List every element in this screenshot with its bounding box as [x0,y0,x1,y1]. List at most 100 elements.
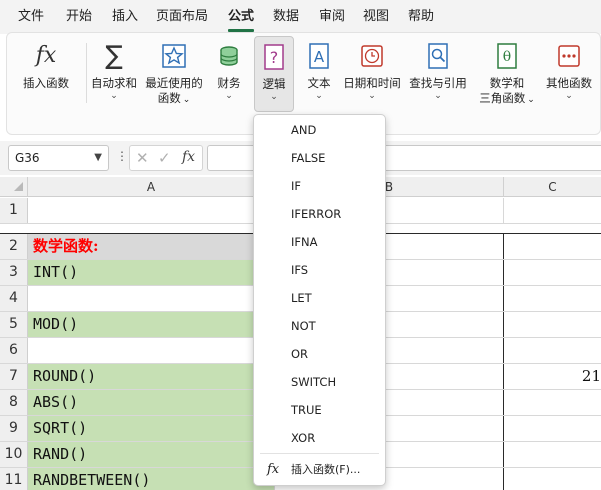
fx-icon: fx [35,43,57,68]
row-header[interactable]: 8 [0,390,28,415]
cell-c[interactable] [504,468,601,490]
cell-a[interactable]: SQRT() [28,416,275,441]
tab-review[interactable]: 审阅 [319,8,345,26]
cell-c[interactable] [504,260,601,285]
text-button[interactable]: A 文本 ⌄ [299,36,339,112]
cell-a[interactable]: RAND() [28,442,275,467]
text-label: 文本 [307,76,331,90]
chevron-down-icon: ⌄ [270,92,278,102]
menu-item-if[interactable]: IF [254,172,385,200]
chevron-down-icon: ⌄ [110,91,118,101]
cell-a-section-title[interactable]: 数学函数: [28,234,275,259]
chevron-down-icon: ▼ [94,152,102,163]
column-header-a[interactable]: A [28,177,275,197]
menu-item-false[interactable]: FALSE [254,144,385,172]
menu-item-not[interactable]: NOT [254,312,385,340]
menu-item-ifna[interactable]: IFNA [254,228,385,256]
autosum-label: 自动求和 [91,76,137,90]
chevron-down-icon: ⌄ [182,95,191,105]
insert-function-button[interactable]: fx 插入函数 [15,36,77,112]
name-box[interactable]: G36 ▼ [8,145,109,171]
chevron-down-icon: ⌄ [315,91,323,101]
menu-item-let[interactable]: LET [254,284,385,312]
menu-item-or[interactable]: OR [254,340,385,368]
cell-a[interactable]: ABS() [28,390,275,415]
lookup-reference-button[interactable]: 查找与引用 ⌄ [405,36,471,112]
tab-formulas[interactable]: 公式 [228,8,254,26]
menu-item-switch[interactable]: SWITCH [254,368,385,396]
datetime-label: 日期和时间 [343,76,401,90]
cell-c[interactable] [504,312,601,337]
row-header[interactable]: 9 [0,416,28,441]
row-header[interactable]: 11 [0,468,28,490]
recent-label-line2: 函数 [157,91,181,105]
recent-functions-button[interactable]: 最近使用的 函数 ⌄ [141,36,207,112]
tab-view[interactable]: 视图 [363,8,389,26]
cell-c[interactable] [504,234,601,259]
cell-c[interactable] [504,338,601,363]
cell-a[interactable]: ROUND() [28,364,275,389]
column-header-c[interactable]: C [504,177,601,197]
cell-c[interactable] [504,286,601,311]
tab-insert[interactable]: 插入 [112,8,138,26]
star-icon [160,42,188,70]
cell-a[interactable] [28,198,275,223]
row-header[interactable]: 5 [0,312,28,337]
menu-item-ifs[interactable]: IFS [254,256,385,284]
math-label-line1: 数学和 [489,76,525,90]
menu-tab-bar: 文件 开始 插入 页面布局 公式 数据 审阅 视图 帮助 [0,0,601,34]
row-header[interactable]: 7 [0,364,28,389]
cell-c[interactable] [504,442,601,467]
fx-icon: fx [267,462,280,477]
cell-a[interactable]: MOD() [28,312,275,337]
svg-text:A: A [314,48,325,66]
select-all-icon [14,182,23,191]
menu-item-iferror[interactable]: IFERROR [254,200,385,228]
datetime-button[interactable]: 日期和时间 ⌄ [341,36,403,112]
row-header[interactable]: 4 [0,286,28,311]
select-all-corner[interactable] [0,177,28,197]
cell-a[interactable]: INT() [28,260,275,285]
tab-help[interactable]: 帮助 [408,8,434,26]
enter-icon[interactable]: ✓ [158,149,171,167]
row-header[interactable]: 1 [0,198,28,223]
chevron-down-icon: ⌄ [225,91,233,101]
cell-c[interactable] [504,198,601,223]
logical-functions-dropdown: AND FALSE IF IFERROR IFNA IFS LET NOT OR… [253,114,386,486]
chevron-down-icon: ⌄ [527,95,535,105]
tab-file[interactable]: 文件 [18,8,44,26]
tab-data[interactable]: 数据 [273,8,299,26]
row-header[interactable]: 3 [0,260,28,285]
row-header[interactable]: 10 [0,442,28,467]
financial-button[interactable]: 财务 ⌄ [209,36,249,112]
cell-c[interactable] [504,416,601,441]
menu-item-true[interactable]: TRUE [254,396,385,424]
logical-button[interactable]: ? 逻辑 ⌄ [254,36,294,112]
more-functions-icon [555,42,583,70]
tab-home[interactable]: 开始 [66,8,92,26]
cell-a[interactable] [28,338,275,363]
name-box-value: G36 [15,151,40,165]
chevron-down-icon: ⌄ [368,91,376,101]
cell-c[interactable] [504,390,601,415]
menu-item-xor[interactable]: XOR [254,424,385,452]
autosum-button[interactable]: ∑ 自动求和 ⌄ [87,36,141,112]
more-functions-button[interactable]: 其他函数 ⌄ [541,36,597,112]
cell-c[interactable]: 21 [504,364,601,389]
insert-function-fx-icon[interactable]: fx [182,149,195,165]
math-trig-button[interactable]: θ 数学和 三角函数 ⌄ [473,36,541,112]
row-header[interactable]: 2 [0,234,28,259]
menu-item-and[interactable]: AND [254,116,385,144]
cell-a[interactable]: RANDBETWEEN() [28,468,275,490]
text-a-icon: A [305,42,333,70]
chevron-down-icon: ⌄ [434,91,442,101]
lookup-label: 查找与引用 [409,76,467,90]
insert-function-menu-label: 插入函数(F)... [291,463,361,476]
question-mark-icon: ? [260,43,288,71]
cancel-icon[interactable]: ✕ [136,149,149,167]
cell-a[interactable] [28,286,275,311]
tab-page-layout[interactable]: 页面布局 [156,8,208,26]
more-options-icon[interactable]: ⋮ [116,149,128,163]
menu-item-insert-function[interactable]: fx 插入函数(F)... [254,456,385,484]
row-header[interactable]: 6 [0,338,28,363]
